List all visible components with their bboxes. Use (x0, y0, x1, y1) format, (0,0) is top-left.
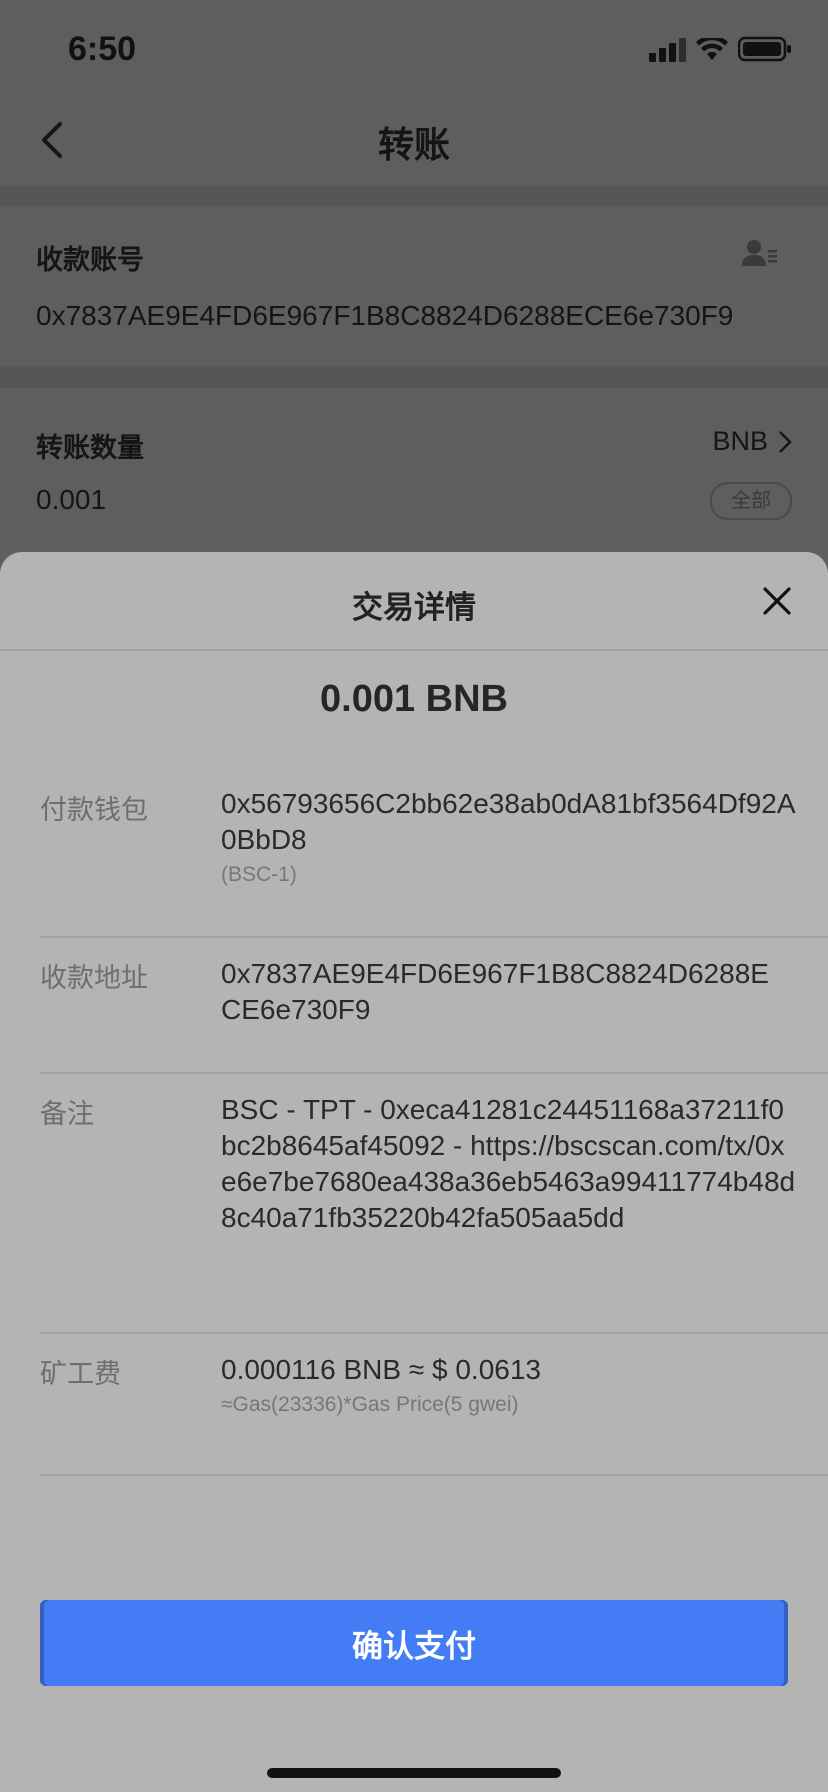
section-divider (0, 366, 828, 388)
amount-label: 转账数量 (36, 433, 144, 463)
memo-row: 备注 BSC - TPT - 0xeca41281c24451168a37211… (40, 1092, 828, 1334)
contact-list-icon[interactable] (740, 238, 778, 268)
token-selector[interactable]: BNB (712, 426, 792, 457)
amount-input[interactable]: 0.001 (36, 484, 106, 516)
recipient-label: 收款账号 (36, 245, 144, 275)
recipient-address-row: 收款地址 0x7837AE9E4FD6E967F1B8C8824D6288ECE… (40, 956, 828, 1074)
payer-wallet-label: 付款钱包 (40, 795, 148, 825)
sheet-title: 交易详情 (352, 590, 476, 625)
sheet-header: 交易详情 (0, 552, 828, 651)
payer-wallet-value-block: 0x56793656C2bb62e38ab0dA81bf3564Df92A0Bb… (221, 786, 796, 890)
transaction-details-sheet: 交易详情 0.001 BNB 付款钱包 0x56793656C2bb62e38a… (0, 552, 828, 1792)
signal-icon (649, 38, 686, 62)
memo-label: 备注 (40, 1099, 94, 1129)
page-title: 转账 (377, 124, 450, 165)
token-symbol: BNB (712, 426, 768, 456)
home-indicator (267, 1768, 561, 1778)
battery-icon (738, 36, 791, 62)
miner-fee-value-block: 0.000116 BNB ≈ $ 0.0613 ≈Gas(23336)*Gas … (221, 1352, 792, 1420)
status-time: 6:50 (68, 30, 137, 68)
status-icons (649, 36, 792, 62)
all-button[interactable]: 全部 (710, 482, 792, 520)
recipient-card: 收款账号 0x7837AE9E4FD6E967F1B8C8824D6288ECE… (0, 206, 828, 366)
recipient-address-input[interactable]: 0x7837AE9E4FD6E967F1B8C8824D6288ECE6e730… (36, 300, 733, 332)
status-bar: 6:50 (0, 0, 828, 96)
section-divider (0, 186, 828, 206)
amount-card: 转账数量 BNB 0.001 全部 (0, 388, 828, 548)
payer-wallet-address: 0x56793656C2bb62e38ab0dA81bf3564Df92A0Bb… (221, 788, 796, 855)
miner-fee-label: 矿工费 (40, 1359, 121, 1389)
close-icon[interactable] (762, 586, 792, 616)
memo-value: BSC - TPT - 0xeca41281c24451168a37211f0b… (221, 1094, 796, 1233)
chevron-right-icon (779, 430, 792, 453)
miner-fee-formula: ≈Gas(23336)*Gas Price(5 gwei) (221, 1393, 519, 1416)
transfer-amount: 0.001 BNB (320, 678, 508, 720)
recipient-address-label: 收款地址 (40, 963, 148, 993)
recipient-address-value: 0x7837AE9E4FD6E967F1B8C8824D6288ECE6e730… (221, 958, 769, 1025)
miner-fee-value: 0.000116 BNB ≈ $ 0.0613 (221, 1354, 541, 1385)
nav-bar: 转账 (0, 96, 828, 186)
wifi-icon (696, 38, 728, 60)
miner-fee-row: 矿工费 0.000116 BNB ≈ $ 0.0613 ≈Gas(23336)*… (40, 1352, 828, 1476)
payer-wallet-network: (BSC-1) (221, 863, 297, 886)
payer-wallet-row: 付款钱包 0x56793656C2bb62e38ab0dA81bf3564Df9… (40, 786, 828, 938)
confirm-payment-button[interactable]: 确认支付 (40, 1600, 788, 1686)
